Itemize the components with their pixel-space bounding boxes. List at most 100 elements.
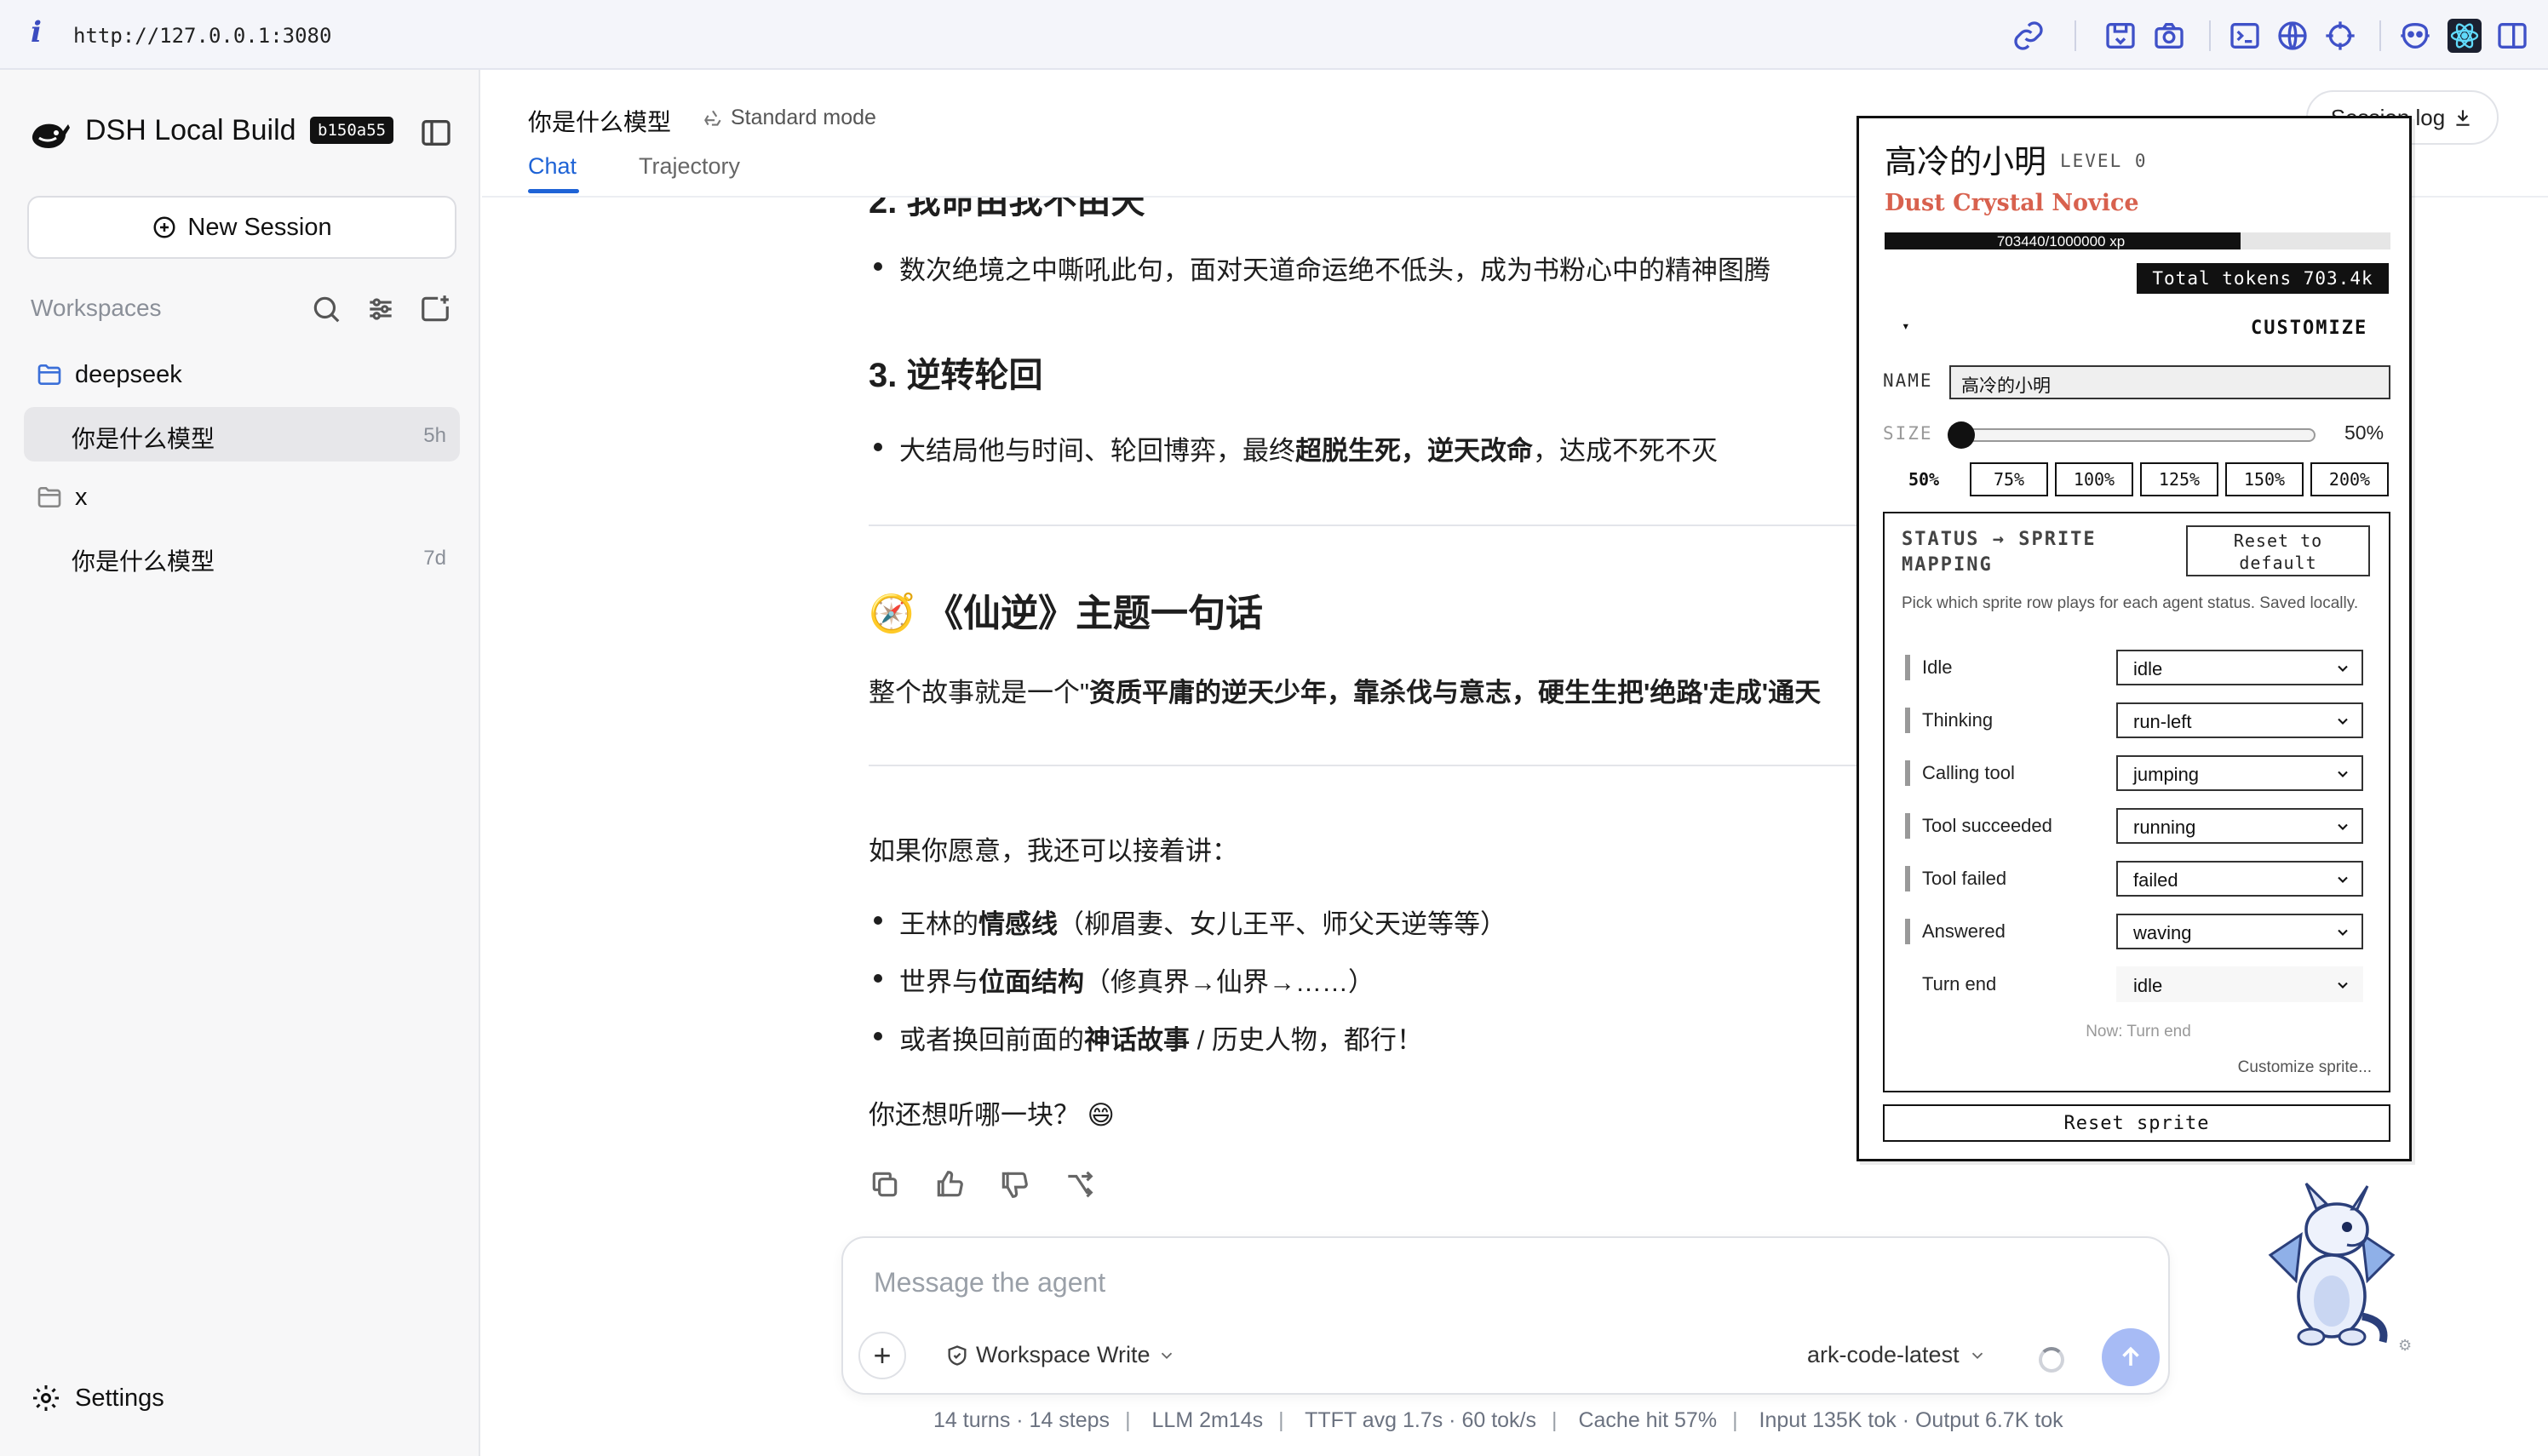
workspace-item-x[interactable]: x [24,470,460,525]
settings-button[interactable]: Settings [31,1383,164,1413]
sprite-level: LEVEL 0 [2060,151,2148,171]
info-icon[interactable]: i [31,15,42,49]
session-item[interactable]: 你是什么模型 5h [24,407,460,461]
sidebar: DSH Local Build b150a55 New Session Work… [0,70,480,1456]
search-icon[interactable] [310,293,342,325]
mapping-title: STATUS → SPRITE MAPPING [1902,529,2097,576]
xp-text: 703440/1000000 xp [1996,233,2126,249]
status-label: Turn end [1922,973,1997,995]
new-session-button[interactable]: New Session [27,196,456,259]
bullet [874,974,882,983]
reset-to-default-button[interactable]: Reset to default [2186,525,2370,576]
mode-indicator[interactable]: Standard mode [702,106,876,130]
chevron-down-icon [2338,929,2348,936]
url-field[interactable]: http://127.0.0.1:3080 [73,24,331,48]
sprite-select[interactable]: failed [2116,861,2363,897]
message-input[interactable]: Message the agent [874,1267,1105,1298]
xp-progress-bar: 703440/1000000 xp [1885,232,2390,249]
camera-icon[interactable] [2152,19,2186,53]
thumbs-down-icon[interactable] [998,1168,1030,1201]
workspace-mode-select[interactable]: Workspace Write [945,1342,1176,1368]
sprite-rank: Dust Crystal Novice [1885,190,2139,216]
sprite-select[interactable]: waving [2116,914,2363,949]
size-option-50[interactable]: 50% [1885,462,1963,496]
offer-text: 如果你愿意，我还可以接着讲： [869,836,1238,866]
sidebar-toggle-icon[interactable] [419,116,453,150]
settings-label: Settings [75,1384,164,1412]
sprite-select[interactable]: idle [2116,650,2363,685]
loading-spinner-icon [2039,1347,2064,1373]
chevron-down-icon [1971,1352,1983,1359]
session-item[interactable]: 你是什么模型 7d [24,530,460,584]
attach-button[interactable]: + [858,1332,906,1379]
new-folder-icon[interactable] [419,293,451,325]
sprite-panel: 高冷的小明 LEVEL 0 Dust Crystal Novice 703440… [1856,116,2412,1161]
customize-sprite-link[interactable]: Customize sprite... [2238,1058,2372,1077]
workspace-name: deepseek [75,361,182,388]
sprite-select[interactable]: idle [2116,966,2363,1002]
model-select[interactable]: ark-code-latest [1807,1342,1987,1368]
globe-icon[interactable] [2275,19,2310,53]
bullet-text: 数次绝境之中嘶吼此句，面对天道命运绝不低头，成为书粉心中的精神图腾 [899,255,1770,285]
status-label: Tool succeeded [1922,815,2052,836]
total-tokens-badge: Total tokens 703.4k [2137,263,2389,294]
dragon-sprite-icon[interactable] [2255,1178,2408,1357]
chevron-down-icon [2338,718,2348,725]
size-slider-thumb[interactable] [1948,421,1975,449]
thumbs-up-icon[interactable] [933,1168,966,1201]
size-option-150[interactable]: 150% [2225,462,2304,496]
copy-icon[interactable] [869,1168,901,1201]
chevron-down-icon [2338,823,2348,830]
session-age: 7d [423,547,446,570]
react-icon[interactable] [2448,19,2482,53]
workspace-item-deepseek[interactable]: deepseek [24,347,460,402]
size-option-100[interactable]: 100% [2055,462,2133,496]
sprite-select[interactable]: run-left [2116,702,2363,738]
sprite-select[interactable]: jumping [2116,755,2363,791]
size-option-75[interactable]: 75% [1970,462,2048,496]
sprite-select[interactable]: running [2116,808,2363,844]
size-option-200[interactable]: 200% [2310,462,2389,496]
collapse-caret-icon[interactable]: ▾ [1902,318,1910,334]
send-button[interactable] [2102,1328,2160,1386]
filter-icon[interactable] [364,293,397,325]
session-stats: 14 turns · 14 steps | LLM 2m14s | TTFT avg… [933,1408,2063,1432]
current-status: Now: Turn end [2086,1023,2191,1040]
sprite-settings-icon[interactable]: ⚙ [2398,1337,2412,1355]
session-age: 5h [423,424,446,447]
whale-logo-icon [32,123,70,148]
reset-sprite-button[interactable]: Reset sprite [1883,1104,2390,1142]
recycle-icon [704,110,721,126]
claude-icon[interactable] [2398,19,2432,53]
chevron-down-icon [1161,1352,1172,1359]
download-icon [2456,110,2470,126]
message-composer[interactable]: Message the agent + Workspace Write ark-… [841,1236,2170,1395]
list-item: 世界与位面结构（修真界→仙界→……） [899,967,1374,997]
tab-trajectory[interactable]: Trajectory [639,153,740,180]
cache-stat: Cache hit 57% [1578,1408,1718,1432]
workspaces-label: Workspaces [31,295,162,321]
workspace-name: x [75,484,88,511]
link-icon[interactable] [2011,19,2046,53]
sprite-name-field[interactable]: 高冷的小明 [1949,365,2390,399]
list-item: 王林的情感线（柳眉妻、女儿王平、师父天逆等等） [899,909,1506,939]
customize-toggle[interactable]: CUSTOMIZE [2251,318,2367,339]
toolbar-separator [2075,20,2076,51]
plus-circle-icon [153,216,175,238]
section-heading: 3. 逆转轮回 [869,357,1043,394]
status-label: Tool failed [1922,868,2007,889]
session-title: 你是什么模型 [72,548,215,575]
crosshair-icon[interactable] [2323,19,2357,53]
tab-chat[interactable]: Chat [528,153,577,180]
size-option-125[interactable]: 125% [2140,462,2218,496]
status-marker [1905,866,1910,891]
save-icon[interactable] [2103,19,2138,53]
size-slider[interactable] [1948,421,2316,449]
ttft-stat: TTFT avg 1.7s · 60 tok/s [1305,1408,1536,1432]
split-view-icon[interactable] [2495,19,2529,53]
bullet [874,1032,882,1040]
io-stat: Input 135K tok · Output 6.7K tok [1759,1408,2063,1432]
bullet-text: 大结局他与时间、轮回博弈，最终超脱生死，逆天改命，达成不死不灭 [899,436,1718,466]
branch-icon[interactable] [1063,1168,1095,1201]
terminal-icon[interactable] [2228,19,2262,53]
